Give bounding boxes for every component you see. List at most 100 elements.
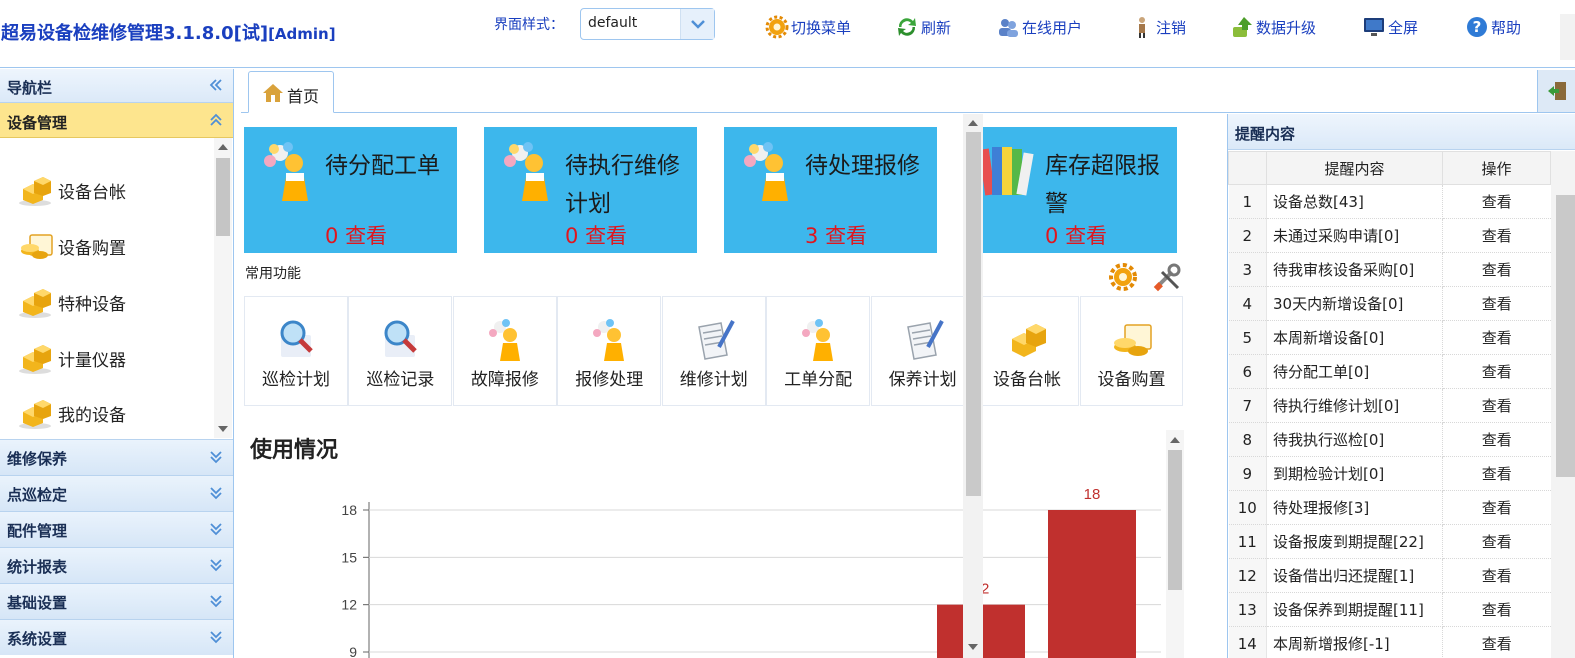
scroll-up-icon[interactable] [1170, 437, 1180, 443]
view-link[interactable]: 查看 [1442, 286, 1551, 321]
view-link[interactable]: 查看 [1442, 456, 1551, 491]
chart-scrollbar[interactable] [1166, 430, 1184, 658]
home-icon [263, 84, 283, 102]
sidebar-group-system-settings[interactable]: 系统设置 [0, 619, 233, 655]
view-link[interactable]: 查看 [1442, 422, 1551, 457]
card-view-link[interactable]: 查看 [825, 224, 867, 248]
card-pending-repair[interactable]: 待处理报修 3 查看 [724, 127, 937, 253]
card-count[interactable]: 0 查看 [565, 220, 627, 250]
view-link[interactable]: 查看 [1442, 218, 1551, 253]
main-scrollbar[interactable] [963, 114, 983, 658]
card-pending-plan[interactable]: 待执行维修计划 0 查看 [484, 127, 697, 253]
quick-equipment-ledger[interactable]: 设备台帐 [975, 296, 1079, 406]
sidebar-group-parts[interactable]: 配件管理 [0, 511, 233, 547]
col-content-header[interactable]: 提醒内容 [1266, 151, 1443, 185]
col-action-header[interactable]: 操作 [1442, 151, 1551, 185]
online-users-icon [999, 19, 1018, 37]
sidebar-group-basic-settings[interactable]: 基础设置 [0, 583, 233, 619]
card-view-link[interactable]: 查看 [585, 224, 627, 248]
table-row: 7 待执行维修计划[0] 查看 [1228, 388, 1551, 423]
reminder-scrollbar[interactable] [1551, 151, 1575, 658]
card-count[interactable]: 3 查看 [805, 220, 867, 250]
gold-coins-icon [1113, 324, 1152, 356]
quick-work-order-assign[interactable]: 工单分配 [766, 296, 871, 406]
sidebar-group-label: 维修保养 [7, 450, 68, 468]
quick-maintenance-plan[interactable]: 保养计划 [870, 296, 975, 406]
chart-scroll-thumb[interactable] [1168, 450, 1182, 590]
card-count[interactable]: 0 查看 [325, 220, 387, 250]
card-view-link[interactable]: 查看 [345, 224, 387, 248]
quick-repair-plan[interactable]: 维修计划 [661, 296, 766, 406]
sidebar-scroll-thumb[interactable] [216, 158, 230, 236]
view-link[interactable]: 查看 [1442, 388, 1551, 423]
sidebar-group-equipment[interactable]: 设备管理 [0, 103, 233, 138]
toolbar-switch-menu[interactable]: 切换菜单 [765, 14, 851, 40]
scroll-up-icon[interactable] [968, 120, 978, 126]
card-pending-assign[interactable]: 待分配工单 0 查看 [244, 127, 457, 253]
refresh-icon [898, 18, 916, 36]
sidebar-group-reports[interactable]: 统计报表 [0, 547, 233, 583]
reminder-text: 未通过采购申请[0] [1266, 218, 1443, 253]
sidebar-item-special[interactable]: 特种设备 [18, 282, 126, 322]
card-stock-alert[interactable]: 库存超限报警 0 查看 [964, 127, 1177, 253]
tab-bar: 首页 [241, 69, 1575, 113]
tab-home[interactable]: 首页 [248, 71, 334, 113]
quick-equipment-purchase[interactable]: 设备购置 [1079, 296, 1184, 406]
collapse-left-icon[interactable] [209, 78, 223, 92]
table-row: 9 到期检验计划[0] 查看 [1228, 456, 1551, 491]
view-link[interactable]: 查看 [1442, 354, 1551, 389]
magnifier-icon [280, 320, 313, 357]
style-select[interactable]: default [580, 8, 715, 40]
toolbar-logout[interactable]: 注销 [1130, 14, 1186, 40]
view-link[interactable]: 查看 [1442, 524, 1551, 559]
sidebar-item-my-equipment[interactable]: 我的设备 [18, 393, 126, 433]
toolbar-help[interactable]: ? 帮助 [1465, 14, 1521, 40]
view-link[interactable]: 查看 [1442, 320, 1551, 355]
header-scrollbar[interactable] [1560, 14, 1575, 60]
quick-fault-report[interactable]: 故障报修 [452, 296, 557, 406]
reminder-text: 设备借出归还提醒[1] [1266, 558, 1443, 593]
document-pen-icon [697, 320, 735, 360]
y-tick-label: 12 [341, 597, 357, 613]
view-link[interactable]: 查看 [1442, 626, 1551, 658]
sidebar-item-instruments[interactable]: 计量仪器 [18, 338, 126, 378]
gold-stack-icon [19, 289, 51, 318]
reminder-panel: 提醒内容 提醒内容 操作 1 设备总数[43] 查看 2 未通过采购申请[0] 查看 3 待我审… [1227, 114, 1575, 658]
gear-icon [765, 15, 789, 39]
current-user: [Admin] [268, 25, 336, 43]
tools-icon[interactable] [1152, 262, 1182, 292]
view-link[interactable]: 查看 [1442, 558, 1551, 593]
exit-button[interactable] [1537, 70, 1575, 112]
table-row: 3 待我审核设备采购[0] 查看 [1228, 252, 1551, 287]
gear-icon[interactable] [1108, 262, 1138, 292]
reminder-scroll-thumb[interactable] [1556, 195, 1575, 477]
card-count[interactable]: 0 查看 [1045, 220, 1107, 250]
sidebar-item-ledger[interactable]: 设备台帐 [18, 170, 126, 210]
scroll-up-icon[interactable] [218, 144, 228, 150]
view-link[interactable]: 查看 [1442, 252, 1551, 287]
quick-repair-handle[interactable]: 报修处理 [557, 296, 662, 406]
quick-inspection-plan[interactable]: 巡检计划 [244, 296, 348, 406]
toolbar-fullscreen[interactable]: 全屏 [1362, 14, 1418, 40]
toolbar-online-users[interactable]: 在线用户 [996, 14, 1082, 40]
view-link[interactable]: 查看 [1442, 592, 1551, 627]
toolbar-data-upgrade[interactable]: 数据升级 [1230, 14, 1316, 40]
sidebar-item-label: 特种设备 [58, 294, 126, 315]
view-link[interactable]: 查看 [1442, 490, 1551, 525]
sidebar-group-label: 点巡检定 [7, 486, 68, 504]
card-title: 待分配工单 [325, 153, 440, 179]
view-link[interactable]: 查看 [1442, 184, 1551, 219]
sidebar-item-purchase[interactable]: 设备购置 [18, 226, 126, 266]
main-scroll-thumb[interactable] [966, 132, 981, 496]
col-index-header [1228, 151, 1267, 185]
row-index: 6 [1228, 354, 1267, 389]
row-index: 8 [1228, 422, 1267, 457]
quick-inspection-record[interactable]: 巡检记录 [348, 296, 453, 406]
card-view-link[interactable]: 查看 [1065, 224, 1107, 248]
toolbar-refresh[interactable]: 刷新 [895, 14, 951, 40]
sidebar-scrollbar[interactable] [214, 138, 232, 438]
scroll-down-icon[interactable] [968, 644, 978, 650]
scroll-down-icon[interactable] [218, 426, 228, 432]
sidebar-group-inspection[interactable]: 点巡检定 [0, 475, 233, 511]
sidebar-group-maintenance[interactable]: 维修保养 [0, 439, 233, 475]
